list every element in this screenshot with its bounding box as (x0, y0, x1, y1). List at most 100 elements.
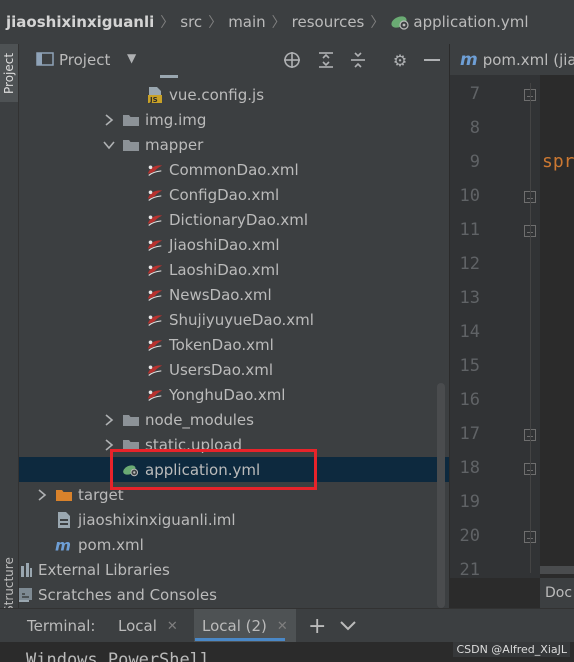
maven-icon: m (460, 49, 478, 70)
tree-item[interactable]: ShujiyuyueDao.xml (19, 307, 449, 332)
line-number: 16 (459, 390, 480, 410)
tree-item-label: img.img (145, 110, 207, 129)
mybatis-icon (146, 262, 164, 278)
tree-item-label: static.upload (145, 435, 243, 454)
tree-item-label: pom.xml (78, 535, 144, 554)
breadcrumb-src[interactable]: src (180, 13, 202, 31)
tree-item-label: External Libraries (38, 560, 170, 579)
chevron-down-icon[interactable] (340, 609, 356, 643)
breadcrumb-main[interactable]: main (228, 13, 265, 31)
mybatis-icon (146, 312, 164, 328)
tree-item[interactable]: target (19, 482, 449, 507)
line-number: 10 (459, 186, 480, 206)
line-number: 8 (469, 118, 480, 138)
locate-icon[interactable] (282, 50, 302, 70)
tree-item[interactable]: Scratches and Consoles (19, 582, 449, 607)
line-number: 17 (459, 424, 480, 444)
breadcrumb-project[interactable]: jiaoshixinxiguanli (0, 13, 154, 31)
editor-tab-label: pom.xml (jia (482, 50, 574, 69)
close-icon[interactable]: ✕ (167, 619, 178, 634)
line-number: 12 (459, 254, 480, 274)
folder-icon (122, 112, 140, 128)
folder-icon (122, 412, 140, 428)
active-tab-indicator (195, 638, 285, 641)
breadcrumb-separator: 〉 (271, 15, 286, 31)
tree-item-label: CommonDao.xml (169, 160, 299, 179)
line-number: 21 (459, 560, 480, 578)
tree-item-label: ConfigDao.xml (169, 185, 280, 204)
iml-file-icon (55, 511, 73, 528)
line-number: 15 (459, 356, 480, 376)
tree-item[interactable]: CommonDao.xml (19, 157, 449, 182)
terminal-tab-label: Local (2) (202, 617, 267, 635)
tree-item[interactable]: application.yml (19, 457, 449, 482)
tree-item[interactable]: JS vue.config.js (19, 82, 449, 107)
editor-code-area[interactable]: spr (540, 75, 574, 578)
tree-item[interactable]: LaoshiDao.xml (19, 257, 449, 282)
tree-item-clipped (19, 75, 449, 82)
expand-arrow-icon[interactable] (35, 488, 49, 502)
documentation-tab[interactable]: Doc (540, 578, 574, 608)
project-tree: JS vue.config.js img.img mapper CommonDao.xm… (19, 75, 449, 608)
tree-item[interactable]: node_modules (19, 407, 449, 432)
tree-item[interactable]: m pom.xml (19, 532, 449, 557)
breadcrumb-file-label: application.yml (413, 13, 529, 31)
tree-item-label: jiaoshixinxiguanli.iml (78, 510, 236, 529)
tree-item[interactable]: NewsDao.xml (19, 282, 449, 307)
editor-horizontal-scrollbar[interactable] (540, 566, 574, 574)
close-icon[interactable]: ✕ (277, 619, 288, 634)
mybatis-icon (146, 337, 164, 353)
gear-icon[interactable]: ⚙ (390, 50, 410, 70)
terminal-text: Windows PowerShell (26, 650, 211, 662)
tree-item[interactable]: jiaoshixinxiguanli.iml (19, 507, 449, 532)
editor-gutter: 7 8 9 10 11 12 13 14 15 16 17 18 19 20 21 (450, 75, 540, 578)
expand-arrow-icon[interactable] (102, 113, 116, 127)
js-file-icon: JS (146, 86, 164, 104)
tree-item-label: target (78, 485, 124, 504)
tree-item-label: node_modules (145, 410, 254, 429)
tree-item[interactable]: YonghuDao.xml (19, 382, 449, 407)
line-number: 18 (459, 458, 480, 478)
editor-tab-pom[interactable]: m pom.xml (jia (450, 50, 574, 70)
breadcrumb-resources[interactable]: resources (292, 13, 365, 31)
expand-arrow-icon[interactable] (102, 413, 116, 427)
collapse-arrow-icon[interactable] (102, 138, 116, 152)
breadcrumb-separator: 〉 (160, 15, 175, 31)
collapse-all-icon[interactable] (348, 50, 368, 70)
mybatis-icon (146, 287, 164, 303)
breadcrumb-file[interactable]: application.yml (390, 13, 529, 31)
spring-yml-icon (122, 462, 140, 478)
orange-folder-icon (55, 487, 73, 503)
minimize-icon[interactable] (422, 50, 442, 70)
tree-item[interactable]: img.img (19, 107, 449, 132)
tree-scrollbar[interactable] (437, 383, 445, 608)
mybatis-icon (146, 212, 164, 228)
line-number: 13 (459, 288, 480, 308)
tree-item[interactable]: UsersDao.xml (19, 357, 449, 382)
breadcrumb-separator: 〉 (370, 15, 385, 31)
tree-item[interactable]: ConfigDao.xml (19, 182, 449, 207)
tree-item[interactable]: mapper (19, 132, 449, 157)
tree-item[interactable]: TokenDao.xml (19, 332, 449, 357)
tree-item-label: ShujiyuyueDao.xml (169, 310, 314, 329)
expand-all-icon[interactable] (316, 50, 336, 70)
tree-item[interactable]: DictionaryDao.xml (19, 207, 449, 232)
terminal-tool-bar: Terminal: Local ✕ Local (2) ✕ + (0, 608, 574, 643)
tree-item[interactable]: External Libraries (19, 557, 449, 582)
terminal-tab-local[interactable]: Local ✕ (118, 609, 178, 643)
tree-item[interactable]: JiaoshiDao.xml (19, 232, 449, 257)
project-panel-title[interactable]: Project (59, 51, 110, 69)
expand-arrow-icon[interactable] (102, 438, 116, 452)
line-number: 14 (459, 322, 480, 342)
chevron-down-icon[interactable]: ▼ (127, 51, 136, 65)
project-tool-tab[interactable]: Project (0, 44, 18, 102)
add-terminal-icon[interactable]: + (308, 609, 326, 643)
tree-item[interactable]: static.upload (19, 432, 449, 457)
code-fragment: spr (542, 151, 574, 172)
